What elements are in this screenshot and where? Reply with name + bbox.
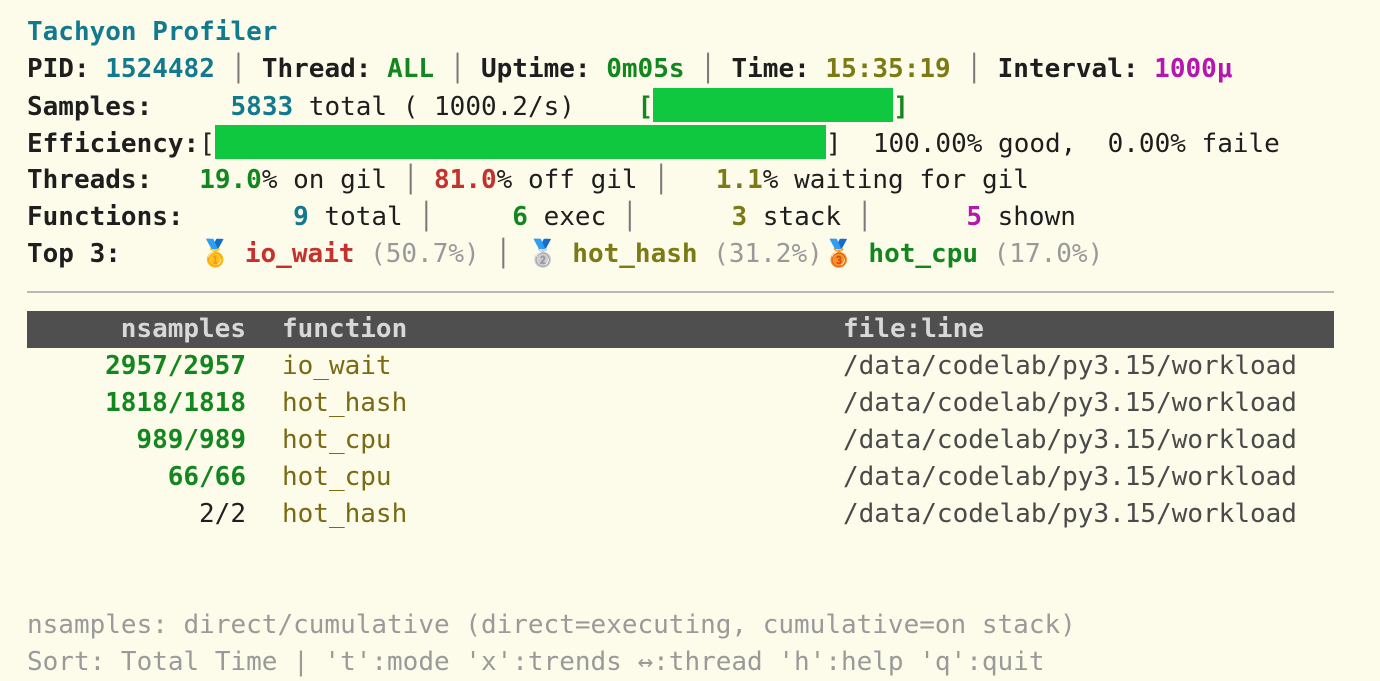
samples-rate: total ( 1000.2/s) bbox=[293, 92, 575, 122]
functions-shown: 5 bbox=[966, 202, 982, 232]
efficiency-line: Efficiency:[] 100.00% good, 0.00% faile bbox=[27, 125, 1280, 162]
efficiency-failed: 0.00% faile bbox=[1107, 129, 1280, 159]
samples-label: Samples: bbox=[27, 92, 153, 122]
efficiency-bar-open: [ bbox=[199, 129, 215, 159]
pid-value: 1524482 bbox=[105, 54, 215, 84]
threads-off-gil-text: % off gil bbox=[496, 165, 638, 195]
threads-waiting: 1.1 bbox=[715, 165, 763, 195]
row-function: hot_cpu bbox=[282, 462, 392, 492]
bronze-medal-icon: 🥉 bbox=[822, 239, 856, 269]
time-label: Time: bbox=[731, 54, 810, 84]
row-nsamples: 2957/2957 bbox=[105, 351, 246, 381]
header-divider bbox=[27, 291, 1334, 293]
top3-label: Top 3: bbox=[27, 239, 121, 269]
functions-stack-text: stack bbox=[747, 202, 842, 232]
row-nsamples: 1818/1818 bbox=[105, 388, 246, 418]
table-header: nsamples function file:line bbox=[27, 311, 1334, 348]
efficiency-bar bbox=[214, 125, 826, 159]
row-fileline: /data/codelab/py3.15/workload bbox=[843, 462, 1297, 492]
samples-bar bbox=[653, 88, 894, 122]
time-value: 15:35:19 bbox=[825, 54, 951, 84]
threads-on-gil-text: % on gil bbox=[261, 165, 388, 195]
top3-line: Top 3: 🥇 io_wait (50.7%) │ 🥈 hot_hash (3… bbox=[27, 236, 1103, 273]
efficiency-label: Efficiency: bbox=[27, 129, 200, 159]
threads-waiting-text: % waiting for gil bbox=[762, 165, 1029, 195]
samples-total: 5833 bbox=[230, 92, 294, 122]
uptime-label: Uptime: bbox=[481, 54, 591, 84]
uptime-value: 0m05s bbox=[606, 54, 685, 84]
column-header-function[interactable]: function bbox=[282, 311, 407, 348]
row-fileline: /data/codelab/py3.15/workload bbox=[843, 388, 1297, 418]
functions-total: 9 bbox=[293, 202, 309, 232]
row-fileline: /data/codelab/py3.15/workload bbox=[843, 499, 1297, 529]
table-row[interactable]: 1818/1818 hot_hash /data/codelab/py3.15/… bbox=[27, 385, 1334, 422]
gold-medal-icon: 🥇 bbox=[199, 239, 232, 269]
functions-label: Functions: bbox=[27, 202, 184, 232]
row-function: hot_cpu bbox=[282, 425, 392, 455]
row-nsamples: 66/66 bbox=[167, 462, 246, 492]
functions-exec: 6 bbox=[512, 202, 528, 232]
top3-first-pct: (50.7%) bbox=[370, 239, 480, 269]
top3-second-name: hot_hash bbox=[572, 239, 698, 269]
samples-bar-close: ] bbox=[893, 92, 909, 122]
app-title: Tachyon Profiler bbox=[27, 17, 278, 47]
row-fileline: /data/codelab/py3.15/workload bbox=[843, 425, 1297, 455]
efficiency-good: 100.00% good, bbox=[872, 129, 1077, 159]
row-function: io_wait bbox=[282, 351, 392, 381]
row-fileline: /data/codelab/py3.15/workload bbox=[843, 351, 1297, 381]
functions-stack: 3 bbox=[731, 202, 748, 232]
threads-line: Threads: 19.0% on gil │ 81.0% off gil │ … bbox=[27, 165, 1029, 195]
row-function: hot_hash bbox=[282, 499, 408, 529]
functions-line: Functions: 9 total │ 6 exec │ 3 stack │ … bbox=[27, 202, 1076, 232]
table-row[interactable]: 2/2 hot_hash /data/codelab/py3.15/worklo… bbox=[27, 496, 1334, 533]
top3-third-name: hot_cpu bbox=[868, 239, 978, 269]
thread-label: Thread: bbox=[261, 54, 372, 84]
footer-legend: nsamples: direct/cumulative (direct=exec… bbox=[27, 610, 1076, 640]
silver-medal-icon: 🥈 bbox=[526, 239, 560, 269]
threads-label: Threads: bbox=[27, 165, 153, 195]
threads-off-gil: 81.0 bbox=[434, 165, 497, 195]
pid-label: PID: bbox=[27, 54, 90, 84]
functions-total-text: total bbox=[308, 202, 403, 232]
table-row[interactable]: 989/989 hot_cpu /data/codelab/py3.15/wor… bbox=[27, 422, 1334, 459]
column-header-nsamples[interactable]: nsamples bbox=[121, 311, 246, 348]
footer-help: Sort: Total Time | 't':mode 'x':trends ↔… bbox=[27, 647, 1045, 677]
functions-shown-text: shown bbox=[981, 202, 1076, 232]
status-line: PID: 1524482 │ Thread: ALL │ Uptime: 0m0… bbox=[27, 54, 1233, 84]
top3-third-pct: (17.0%) bbox=[993, 239, 1104, 269]
row-nsamples: 989/989 bbox=[136, 425, 246, 455]
top3-first-name: io_wait bbox=[244, 239, 355, 269]
samples-line: Samples: 5833 total ( 1000.2/s) [] bbox=[27, 88, 909, 125]
threads-on-gil: 19.0 bbox=[199, 165, 262, 195]
column-header-fileline[interactable]: file:line bbox=[843, 311, 984, 348]
thread-value: ALL bbox=[387, 54, 435, 84]
table-row[interactable]: 66/66 hot_cpu /data/codelab/py3.15/workl… bbox=[27, 459, 1334, 496]
top3-second-pct: (31.2%) bbox=[713, 239, 823, 269]
samples-bar-open: [ bbox=[637, 92, 654, 122]
functions-exec-text: exec bbox=[527, 202, 607, 232]
row-nsamples: 2/2 bbox=[199, 499, 246, 529]
row-function: hot_hash bbox=[282, 388, 408, 418]
interval-label: Interval: bbox=[997, 54, 1139, 84]
interval-value: 1000μ bbox=[1154, 54, 1233, 84]
efficiency-bar-close: ] bbox=[825, 129, 842, 159]
table-row[interactable]: 2957/2957 io_wait /data/codelab/py3.15/w… bbox=[27, 348, 1334, 385]
